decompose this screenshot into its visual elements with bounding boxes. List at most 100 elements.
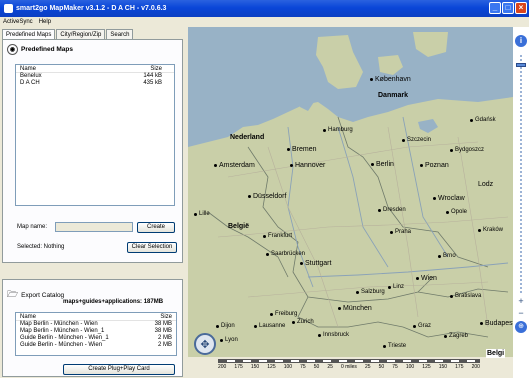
city-label: Freiburg [275,311,298,317]
city-label: Lodz [478,181,494,188]
column-name[interactable]: Name [20,65,36,72]
scale-label: 75 [392,364,398,370]
list-item[interactable]: Map Berlin - München - Wien_1 38 MB [16,328,176,335]
country-label: België [228,223,250,230]
city-label: Dresden [383,207,406,213]
export-item-size: 2 MB [157,342,172,348]
city-dot [194,212,197,216]
city-dot [263,234,266,238]
city-saarbrucken: Saarbrücken [266,251,305,257]
city-wien: Wien [416,275,437,282]
map-name: D A CH [20,80,40,86]
menu-activesync[interactable]: ActiveSync [3,17,33,27]
city-dot [450,294,453,298]
column-size[interactable]: Size [160,313,172,320]
app-icon [4,4,13,13]
clear-selection-button[interactable]: Clear Selection [127,242,177,253]
city-label: Amsterdam [219,162,255,169]
compass-icon[interactable]: ✥ [194,333,216,355]
map-size: 144 kB [143,73,162,79]
minimize-button[interactable]: _ [489,2,501,14]
selected-status: Selected: Nothing [17,244,65,250]
city-munchen: München [338,305,372,312]
city-dot [254,324,257,328]
tab-search[interactable]: Search [106,29,134,39]
city-label: Salzburg [361,289,385,295]
city-zagreb: Zagreb [444,333,468,339]
city-brno: Brno [438,253,456,259]
city-label: Innsbruck [323,332,350,338]
left-panel: Predefined Maps City/Region/Zip Search ◉… [0,27,185,378]
locate-icon[interactable]: ⊕ [515,321,527,333]
list-item[interactable]: Guide Berlin - München - Wien 2 MB [16,342,176,349]
city-dot [220,338,223,342]
menu-help[interactable]: Help [39,17,51,27]
export-item-name: Guide Berlin - München - Wien [20,342,103,348]
scale-label: 25 [364,364,371,370]
city-innsbruck: Innsbruck [318,332,349,338]
city-salzburg: Salzburg [356,289,385,295]
info-icon[interactable]: i [515,35,527,47]
scale-label: 75 [300,364,306,370]
title-bar: smart2go MapMaker v3.1.2 - D A CH - v7.0… [0,0,529,17]
city-dot [416,277,419,280]
city-dot [446,210,449,214]
export-item-size: 38 MB [154,321,172,327]
scale-label: 175 [455,364,464,370]
city-label: Graz [418,323,432,329]
tab-city-region-zip[interactable]: City/Region/Zip [56,29,106,39]
country-label: Nederland [230,134,265,141]
city-label: Brno [443,253,456,259]
scale-label: 200 [218,364,227,370]
maximize-button[interactable]: □ [502,2,514,14]
city-label: Frankfurt [268,233,293,239]
city-dot [480,322,483,325]
city-dot [450,148,453,152]
zoom-out-icon[interactable]: − [517,309,525,318]
list-item[interactable]: Benelux 144 kB [16,73,174,80]
map-canvas[interactable] [188,27,513,378]
city-dot [214,164,217,167]
city-dot [371,163,374,166]
city-berlin: Berlin [371,161,394,168]
city-dot [438,254,441,258]
city-budapest: Budapest [480,320,515,327]
scale-bar: 200 175 150 125 100 75 50 25 0 miles 25 … [218,359,480,377]
zoom-slider-track[interactable] [520,55,522,295]
close-button[interactable]: × [515,2,527,14]
column-name[interactable]: Name [20,313,36,320]
country-danmark: Danmark [378,92,408,99]
scale-label: 175 [234,364,243,370]
country-belgi-inset: Belgi [486,349,506,358]
city-dot [292,320,295,324]
export-list[interactable]: Name Size Map Berlin - München - Wien 38… [15,312,177,356]
scale-label: 125 [422,364,431,370]
list-item[interactable]: Map Berlin - München - Wien 38 MB [16,321,176,328]
city-hamburg: Hamburg [323,127,353,133]
export-catalog-pane: 🗁 Export Catalog maps+guides+application… [2,279,183,377]
city-dot [266,252,269,256]
city-dot [388,285,391,289]
list-item[interactable]: D A CH 435 kB [16,80,174,87]
city-dot [433,197,436,200]
zoom-in-icon[interactable]: + [517,297,525,306]
zoom-toolbar: i + − ⊕ [513,27,529,378]
create-button[interactable]: Create [137,222,175,233]
export-item-size: 2 MB [157,335,172,341]
predefined-maps-list[interactable]: Name Size Benelux 144 kB D A CH 435 kB [15,64,175,206]
list-item[interactable]: Guide Berlin - München - Wien_1 2 MB [16,335,176,342]
zoom-slider-handle[interactable] [516,63,526,67]
export-heading: 🗁 Export Catalog [7,287,64,303]
column-size[interactable]: Size [150,65,162,72]
city-label: Budapest [485,320,515,327]
city-label: Bydgoszcz [455,147,485,153]
create-plug-play-card-button[interactable]: Create Plug+Play Card [63,364,175,375]
map-name-field[interactable] [55,222,133,232]
city-label: Linz [393,284,405,290]
map-view[interactable]: København Danmark Nederland Bremen Amste… [188,27,529,378]
city-opole: Opole [446,209,467,215]
city-dot [248,195,251,198]
city-dot [300,262,303,265]
city-dot [390,230,393,234]
city-dot [470,118,473,122]
